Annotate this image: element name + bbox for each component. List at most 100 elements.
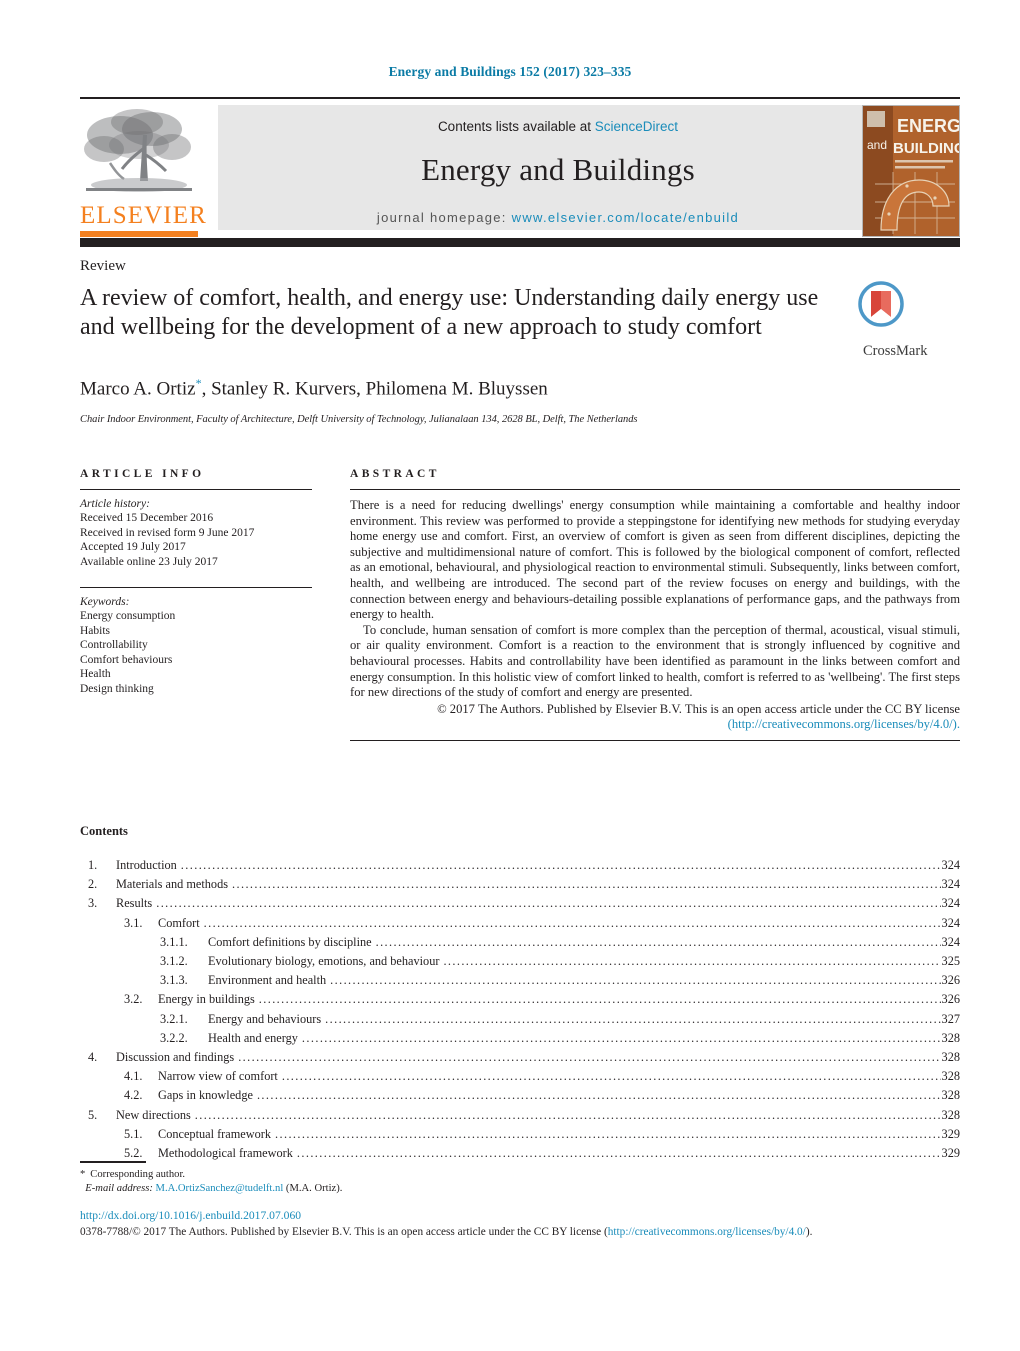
contents-dot-leader: ........................................… [156, 896, 940, 911]
abstract-paragraph-1: There is a need for reducing dwellings' … [350, 498, 960, 622]
journal-cover-thumbnail[interactable]: ENERGY and BUILDINGS [862, 105, 960, 237]
contents-row[interactable]: 4.2. Gaps in knowledge...................… [80, 1086, 960, 1105]
keyword-item: Energy consumption [80, 610, 176, 622]
contents-row-page: 328 [941, 1107, 960, 1122]
contents-dot-leader: ........................................… [194, 1107, 941, 1122]
contents-row[interactable]: 5.2. Methodological framework............… [80, 1144, 960, 1163]
contents-row-page: 328 [941, 1069, 960, 1084]
contents-row-number: 1. [88, 858, 98, 872]
contents-row-number: 3.1. [124, 915, 143, 930]
contents-row[interactable]: 5.1. Conceptual framework................… [80, 1125, 960, 1144]
abstract-rule [350, 489, 960, 490]
abstract-bottom-rule [350, 739, 960, 741]
contents-row-number: 5. [88, 1107, 98, 1122]
contents-row-page: 327 [941, 1011, 960, 1026]
history-received: Received 15 December 2016 [80, 512, 214, 524]
homepage-prefix: journal homepage: [376, 210, 512, 225]
contents-dot-leader: ........................................… [301, 1030, 941, 1045]
email-suffix: (M.A. Ortiz). [285, 1182, 343, 1194]
keywords-rule [80, 587, 312, 588]
keyword-item: Health [80, 668, 111, 680]
contents-row-label: Results [116, 896, 153, 911]
license-link[interactable]: (http://creativecommons.org/licenses/by/… [728, 717, 960, 731]
contents-row-label: Comfort [158, 915, 200, 930]
contents-row-page: 326 [941, 973, 960, 988]
abstract-copyright: © 2017 The Authors. Published by Elsevie… [350, 702, 960, 733]
homepage-url-link[interactable]: www.elsevier.com/locate/enbuild [512, 210, 739, 225]
contents-row-number: 3.1.1. [160, 934, 188, 949]
contents-row-page: 326 [941, 992, 960, 1007]
contents-row-number: 2. [88, 877, 98, 892]
contents-row[interactable]: 5. New directions........................… [80, 1106, 960, 1125]
contents-row[interactable]: 3. Results...............................… [80, 894, 960, 913]
email-link[interactable]: M.A.OrtizSanchez@tudelft.nl [156, 1183, 284, 1194]
contents-row[interactable]: 3.1. Comfort.............................… [80, 914, 960, 933]
contents-row-label: Narrow view of comfort [158, 1069, 278, 1084]
contents-row-page: 329 [941, 1146, 960, 1161]
contents-row[interactable]: 3.2.1. Energy and behaviours.............… [80, 1010, 960, 1029]
contents-row[interactable]: 3.2.2. Health and energy.................… [80, 1029, 960, 1048]
contents-dot-leader: ........................................… [203, 915, 941, 930]
history-accepted: Accepted 19 July 2017 [80, 541, 186, 553]
contents-row[interactable]: 3.1.2. Evolutionary biology, emotions, an… [80, 952, 960, 971]
contents-row-page: 324 [941, 858, 960, 872]
contents-row[interactable]: 1. Introduction..........................… [80, 856, 960, 875]
author-list: Marco A. Ortiz*, Stanley R. Kurvers, Phi… [80, 376, 840, 400]
contents-row-number: 3.1.2. [160, 954, 188, 969]
contents-row-page: 329 [941, 1126, 960, 1141]
contents-dot-leader: ........................................… [330, 973, 941, 988]
article-info-heading: ARTICLE INFO [80, 468, 205, 480]
author-affiliation: Chair Indoor Environment, Faculty of Arc… [80, 414, 638, 425]
contents-row-label: Discussion and findings [116, 1050, 235, 1065]
contents-row-page: 324 [941, 915, 960, 930]
journal-band: Contents lists available at ScienceDirec… [218, 105, 898, 230]
keywords-label: Keywords: [80, 596, 130, 608]
contents-row-number: 3.2.1. [160, 1011, 188, 1026]
contents-row-number: 4. [88, 1050, 98, 1065]
contents-row-page: 328 [941, 1088, 960, 1103]
contents-row-label: Energy and behaviours [208, 1011, 322, 1026]
issn-license-link[interactable]: http://creativecommons.org/licenses/by/4… [608, 1226, 806, 1238]
abstract-section: ABSTRACT There is a need for reducing dw… [350, 468, 960, 741]
masthead-black-bar [80, 238, 960, 247]
contents-row-label: Methodological framework [158, 1146, 293, 1161]
elsevier-logo[interactable]: ELSEVIER [80, 105, 206, 237]
journal-title: Energy and Buildings [421, 152, 695, 187]
contents-row[interactable]: 3.1.1. Comfort definitions by discipline.… [80, 933, 960, 952]
contents-row[interactable]: 3.1.3. Environment and health............… [80, 971, 960, 990]
contents-row-label: Comfort definitions by discipline [208, 934, 372, 949]
contents-dot-leader: ........................................… [296, 1146, 941, 1161]
crossmark-badge[interactable]: CrossMark [858, 281, 970, 359]
elsevier-tree-icon [80, 105, 198, 205]
contents-row-page: 324 [941, 896, 960, 911]
contents-row-number: 5.1. [124, 1126, 143, 1141]
journal-article-first-page: Energy and Buildings 152 (2017) 323–335 [0, 0, 1020, 1351]
contents-dot-leader: ........................................… [375, 934, 941, 949]
contents-dot-leader: ........................................… [325, 1011, 940, 1026]
contents-row[interactable]: 4.1. Narrow view of comfort..............… [80, 1067, 960, 1086]
contents-row[interactable]: 3.2. Energy in buildings.................… [80, 990, 960, 1009]
contents-row-number: 4.1. [124, 1069, 143, 1084]
masthead-top-rule [80, 97, 960, 99]
doi-link[interactable]: http://dx.doi.org/10.1016/j.enbuild.2017… [80, 1209, 301, 1222]
sciencedirect-link[interactable]: ScienceDirect [595, 119, 678, 134]
footnote-star: * [80, 1169, 86, 1180]
contents-dot-leader: ........................................… [232, 877, 941, 892]
crossmark-label: CrossMark [863, 343, 928, 359]
contents-row-label: Environment and health [208, 973, 327, 988]
contents-dot-leader: ........................................… [256, 1088, 941, 1103]
contents-prefix: Contents lists available at [437, 119, 595, 134]
contents-dot-leader: ........................................… [258, 992, 941, 1007]
contents-row[interactable]: 2. Materials and methods.................… [80, 875, 960, 894]
contents-row-label: Gaps in knowledge [158, 1088, 253, 1103]
contents-section: Contents 1. Introduction.................… [80, 824, 960, 1163]
issn-copyright-line: 0378-7788/© 2017 The Authors. Published … [80, 1226, 960, 1238]
contents-row-page: 328 [941, 1050, 960, 1065]
article-info-section: ARTICLE INFO Article history: Received 1… [80, 468, 312, 696]
footnote-rule [80, 1161, 146, 1163]
contents-row[interactable]: 4. Discussion and findings...............… [80, 1048, 960, 1067]
svg-text:BUILDINGS: BUILDINGS [893, 140, 959, 157]
corresponding-author-note: * Corresponding author. E-mail address: M… [80, 1168, 680, 1195]
contents-row-number: 4.2. [124, 1088, 143, 1103]
